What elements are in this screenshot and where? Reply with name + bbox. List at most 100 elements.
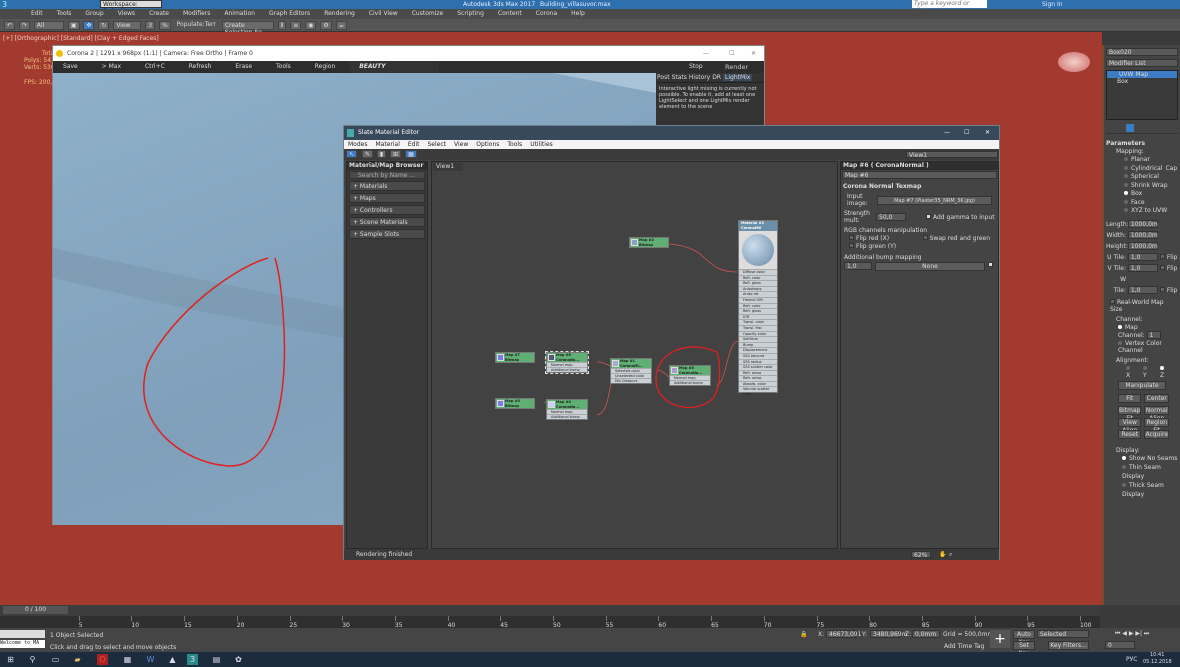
photos-icon[interactable]: ▲: [167, 654, 178, 665]
stack-item-box[interactable]: Box: [1107, 78, 1177, 85]
flip-checkbox[interactable]: [1159, 264, 1165, 270]
task-view-icon[interactable]: ▭: [50, 654, 61, 665]
menu-tools[interactable]: Tools: [50, 9, 79, 19]
vfb-copy-button[interactable]: Ctrl+C: [135, 63, 165, 70]
menu-animation[interactable]: Animation: [217, 9, 262, 19]
menu-group[interactable]: Group: [78, 9, 110, 19]
tab-dr[interactable]: DR: [712, 74, 721, 81]
browser-scene-materials[interactable]: + Scene Materials: [349, 217, 425, 227]
menu-scripting[interactable]: Scripting: [450, 9, 491, 19]
menu-create[interactable]: Create: [142, 9, 176, 19]
flip-checkbox[interactable]: [1159, 253, 1165, 259]
vfb-refresh-button[interactable]: Refresh: [179, 63, 212, 70]
manipulate-button[interactable]: Manipulate: [1118, 380, 1166, 390]
cap-checkbox[interactable]: Cap: [1165, 165, 1177, 172]
show-no-seams-radio[interactable]: [1122, 455, 1126, 460]
rollout-parameters[interactable]: Parameters: [1106, 140, 1178, 147]
view-select-dropdown[interactable]: View1: [906, 151, 998, 159]
menu-civil-view[interactable]: Civil View: [362, 9, 405, 19]
vfb-render-button[interactable]: Render: [725, 61, 748, 73]
vfb-erase-button[interactable]: Erase: [225, 63, 252, 70]
node-map7[interactable]: Map #7 Bitmap: [495, 352, 535, 363]
menu-corona[interactable]: Corona: [529, 9, 564, 19]
reset-button[interactable]: Reset: [1118, 429, 1142, 439]
flip-green-checkbox[interactable]: [849, 243, 854, 248]
node-map4[interactable]: Map #4 CoronaNo... Normal map Additional bu…: [546, 399, 588, 420]
windows-start-icon[interactable]: ⊞: [5, 654, 16, 665]
menu-rendering[interactable]: Rendering: [317, 9, 362, 19]
time-slider-thumb[interactable]: 0 / 100: [3, 606, 68, 614]
workspace-dropdown[interactable]: Workspace: Default: [100, 0, 162, 15]
app-icon[interactable]: ▤: [211, 654, 222, 665]
node-slot[interactable]: Mix Distance: [611, 378, 651, 383]
select-tool-icon[interactable]: ↖: [346, 150, 358, 158]
vfb-channel-dropdown[interactable]: BEAUTY: [349, 61, 440, 73]
undo-icon[interactable]: ↶: [4, 21, 16, 30]
delete-icon[interactable]: ▮: [376, 150, 387, 158]
menu-graph-editors[interactable]: Graph Editors: [262, 9, 317, 19]
file-explorer-icon[interactable]: ▰: [72, 654, 83, 665]
real-world-checkbox[interactable]: [1110, 298, 1115, 304]
render-setup-icon[interactable]: ⚙: [320, 21, 332, 30]
stack-item-uvw-map[interactable]: UVW Map: [1107, 71, 1177, 78]
mapping-option[interactable]: Shrink Wrap: [1124, 182, 1180, 191]
rotate-icon[interactable]: ↻: [98, 21, 110, 30]
z-coordinate[interactable]: 0,0mm: [912, 630, 940, 638]
rollout-corona-normal[interactable]: Corona Normal Texmap: [843, 183, 996, 190]
width-spinner[interactable]: 1000,0m: [1127, 230, 1158, 239]
y-coordinate[interactable]: 3480,969m: [870, 630, 907, 638]
3dsmax-taskbar-icon[interactable]: 3: [187, 654, 198, 665]
utile-spinner[interactable]: 1,0: [1127, 252, 1158, 261]
paint-icon[interactable]: ✿: [233, 654, 244, 665]
vfb-tools-button[interactable]: Tools: [266, 63, 291, 70]
node-map3[interactable]: Map #3 Bitmap: [495, 398, 535, 409]
vertex-color-radio[interactable]: [1118, 340, 1122, 345]
zoom-level[interactable]: 62%: [911, 551, 931, 559]
add-gamma-checkbox[interactable]: [926, 213, 931, 219]
acquire-button[interactable]: Acquire: [1144, 429, 1170, 439]
sme-menu-edit[interactable]: Edit: [404, 140, 424, 149]
minimize-icon[interactable]: —: [703, 46, 709, 61]
mapping-option[interactable]: XYZ to UVW: [1124, 207, 1180, 216]
mapping-radio[interactable]: [1124, 208, 1128, 212]
node-map6-selected[interactable]: Map #6 CoronaNo... Normal map Additional bu…: [545, 351, 589, 374]
browser-maps[interactable]: + Maps: [349, 193, 425, 203]
close-icon[interactable]: ✕: [751, 46, 756, 61]
normal-align-button[interactable]: Normal Align: [1144, 405, 1170, 422]
selection-filter-dropdown[interactable]: All: [33, 21, 64, 30]
mirror-icon[interactable]: ⫴: [277, 21, 287, 30]
node-material3[interactable]: Material #3 CoronaMtl Diffuse color Refl. …: [738, 220, 778, 396]
region-fit-button[interactable]: Region Fit: [1144, 417, 1170, 434]
sign-in-button[interactable]: Sign In: [1042, 1, 1063, 8]
material-slot[interactable]: SSS scatter color: [739, 364, 777, 370]
mapping-option[interactable]: Spherical: [1124, 173, 1180, 182]
maxscript-output[interactable]: Welcome to MA: [0, 640, 45, 648]
fit-button[interactable]: Fit: [1118, 393, 1142, 403]
align-icon[interactable]: ≡: [290, 21, 302, 30]
bump-enable-checkbox[interactable]: [988, 262, 993, 267]
material-slot[interactable]: Volume scatter color: [739, 386, 777, 396]
redo-icon[interactable]: ↷: [18, 21, 30, 30]
thick-seam-radio[interactable]: [1122, 482, 1126, 487]
node-view[interactable]: View1 Map #2 Bitmap Map #7 Bitmap Map #3 Bi…: [431, 161, 838, 549]
sme-menu-utilities[interactable]: Utilities: [526, 140, 557, 149]
tab-post[interactable]: Post: [657, 74, 670, 81]
play-icon[interactable]: ⏮ ◀ ▶ ▶| ⏭: [1115, 630, 1149, 638]
search-input[interactable]: Type a keyword or phrase: [912, 0, 987, 14]
pick-material-icon[interactable]: ✎: [361, 150, 373, 158]
show-map-icon[interactable]: ▦: [405, 150, 417, 158]
menu-help[interactable]: Help: [564, 9, 592, 19]
flip-checkbox[interactable]: [1159, 286, 1165, 292]
menu-modifiers[interactable]: Modifiers: [176, 9, 217, 19]
close-icon[interactable]: ✕: [985, 126, 990, 140]
map-name-field[interactable]: Map #6: [842, 171, 997, 179]
sme-menu-select[interactable]: Select: [423, 140, 450, 149]
mapping-radio[interactable]: [1124, 165, 1128, 170]
minimize-icon[interactable]: —: [944, 126, 950, 140]
key-mode-dropdown[interactable]: Selected: [1037, 630, 1089, 638]
menu-views[interactable]: Views: [111, 9, 142, 19]
flip-red-checkbox[interactable]: [849, 235, 854, 240]
height-spinner[interactable]: 1000,0m: [1127, 241, 1158, 250]
vfb-to-max-button[interactable]: > Max: [92, 63, 121, 70]
length-spinner[interactable]: 1000,0m: [1127, 219, 1158, 228]
